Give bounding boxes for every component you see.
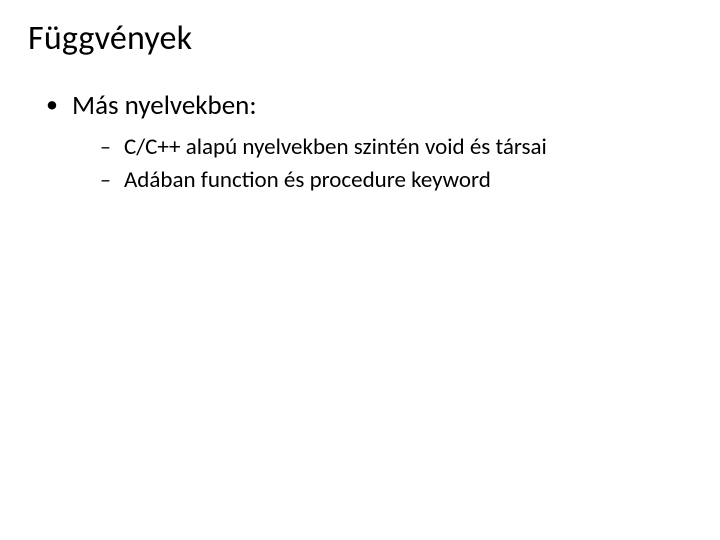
bullet-list-level1: Más nyelvekben: C/C++ alapú nyelvekben s… — [28, 89, 692, 196]
slide-title: Függvények — [28, 18, 692, 59]
list-item: C/C++ alapú nyelvekben szintén void és t… — [100, 132, 692, 163]
subbullet-text: Adában function és procedure keyword — [124, 166, 491, 194]
bullet-list-level2: C/C++ alapú nyelvekben szintén void és t… — [72, 132, 692, 196]
subbullet-text: C/C++ alapú nyelvekben szintén void és t… — [124, 133, 547, 161]
list-item: Adában function és procedure keyword — [100, 165, 692, 196]
slide-container: Függvények Más nyelvekben: C/C++ alapú n… — [0, 0, 720, 540]
list-item: Más nyelvekben: C/C++ alapú nyelvekben s… — [46, 89, 692, 196]
bullet-text: Más nyelvekben: — [72, 89, 257, 122]
